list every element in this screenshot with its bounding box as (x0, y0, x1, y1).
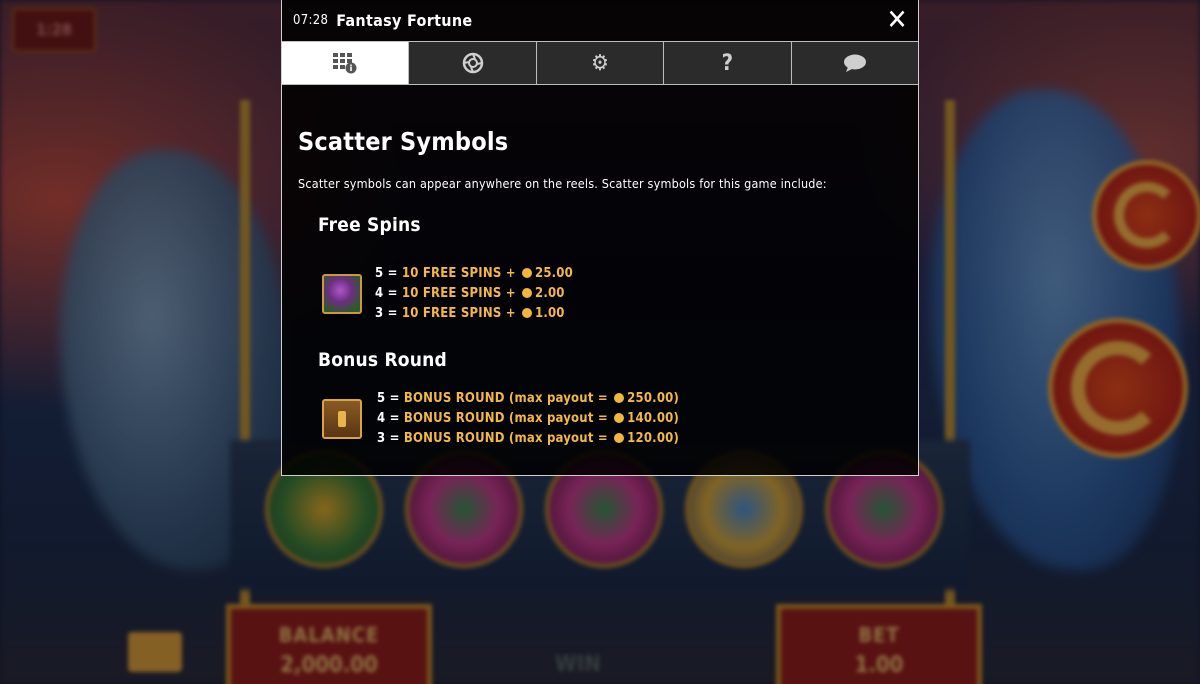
free-spins-lines: 5 = 10 FREE SPINS + 25.00 4 = 10 FREE SP… (375, 264, 573, 324)
close-icon[interactable]: ✕ (882, 3, 912, 37)
coin-icon (521, 308, 532, 318)
tab-settings[interactable]: ⚙ (536, 42, 665, 84)
settings-gear-icon: ⚙ (591, 50, 609, 76)
coin-icon (521, 288, 532, 298)
payout-line: 5 = BONUS ROUND (max payout = 250.00) (377, 391, 680, 406)
payout-line: 4 = BONUS ROUND (max payout = 140.00) (377, 411, 680, 426)
payout-line: 4 = 10 FREE SPINS + 2.00 (375, 286, 565, 301)
bonus-round-section: Bonus Round 5 = BONUS ROUND (max payout … (298, 349, 679, 449)
bonus-round-lines: 5 = BONUS ROUND (max payout = 250.00) 4 … (377, 389, 679, 449)
paytable-info-icon (333, 53, 357, 74)
tab-paytable[interactable] (282, 42, 410, 84)
free-spins-payouts: 5 = 10 FREE SPINS + 25.00 4 = 10 FREE SP… (322, 264, 573, 324)
payout-line: 3 = BONUS ROUND (max payout = 120.00) (377, 431, 680, 446)
chat-bubble-icon (843, 54, 866, 72)
coin-icon (521, 268, 532, 278)
treasure-chest-symbol (322, 399, 362, 439)
modal-tabs: ⚙ ? (282, 42, 919, 85)
autoplay-icon (462, 52, 483, 74)
section-intro: Scatter symbols can appear anywhere on t… (298, 176, 827, 191)
paytable-modal: 07:28 Fantasy Fortune ✕ ⚙ ? Scatter Symb… (281, 0, 919, 476)
free-spins-heading: Free Spins (318, 214, 421, 236)
game-title: Fantasy Fortune (336, 11, 473, 30)
tab-chat[interactable] (791, 42, 919, 84)
coin-icon (614, 413, 625, 423)
payout-line: 3 = 10 FREE SPINS + 1.00 (375, 306, 565, 321)
section-heading: Scatter Symbols (298, 127, 509, 156)
tab-autoplay[interactable] (409, 42, 537, 84)
payout-line: 5 = 10 FREE SPINS + 25.00 (375, 266, 573, 281)
free-spins-section: Free Spins 5 = 10 FREE SPINS + 25.00 4 =… (298, 214, 573, 324)
coin-icon (614, 393, 625, 403)
paytable-content: Scatter Symbols Scatter symbols can appe… (298, 100, 898, 446)
bonus-round-heading: Bonus Round (318, 349, 447, 371)
coin-icon (614, 433, 625, 443)
clock: 07:28 (293, 13, 329, 28)
witch-scatter-symbol (322, 274, 362, 314)
modal-header: 07:28 Fantasy Fortune ✕ (282, 0, 918, 42)
tab-help[interactable]: ? (664, 42, 792, 84)
help-question-icon: ? (721, 50, 734, 76)
bonus-round-payouts: 5 = BONUS ROUND (max payout = 250.00) 4 … (322, 389, 679, 449)
